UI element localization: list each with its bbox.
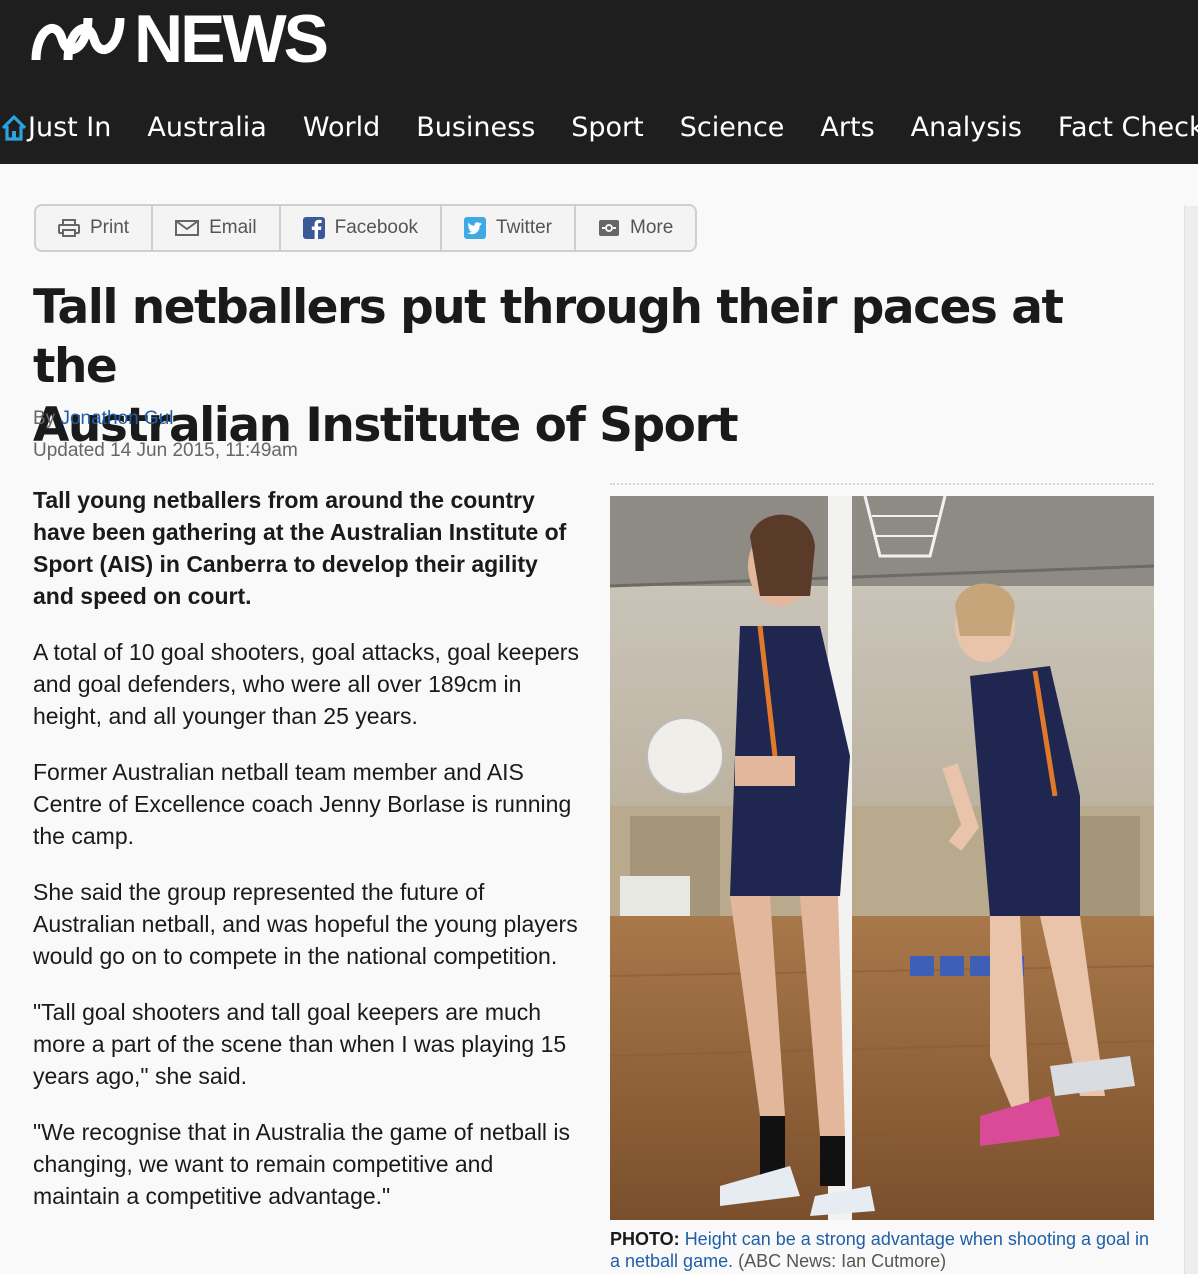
nav-item-business[interactable]: Business [416,92,535,164]
logo-text: NEWS [134,1,329,77]
byline-prefix: By [33,408,56,429]
email-label: Email [209,217,257,238]
twitter-icon [464,217,487,239]
photo-credit: (ABC News: Ian Cutmore) [738,1251,947,1271]
article-headline: Tall netballers put through their paces … [33,278,1133,455]
nav-item-world[interactable]: World [303,92,380,164]
twitter-button[interactable]: Twitter [442,206,576,250]
nav-item-just-in[interactable]: Just In [28,92,111,164]
abc-logo-icon [30,14,126,64]
share-toolbar: Print Email Facebook Twitter More [34,204,698,252]
printer-icon [58,219,80,237]
byline: By Jonathon Gul [33,408,174,430]
nav-item-australia[interactable]: Australia [147,92,266,164]
photo-caption: PHOTO: Height can be a strong advantage … [610,1228,1154,1272]
headline-line-1: Tall netballers put through their paces … [33,280,1064,394]
email-button[interactable]: Email [153,206,281,250]
nav-item-fact-check[interactable]: Fact Check [1058,92,1198,164]
print-label: Print [90,217,130,238]
main-nav: Just In Australia World Business Sport S… [0,92,1198,164]
twitter-label: Twitter [496,217,552,238]
print-button[interactable]: Print [36,206,154,250]
article-paragraph: Former Australian netball team member an… [33,759,572,849]
facebook-label: Facebook [334,217,419,238]
updated-timestamp: Updated 14 Jun 2015, 11:49am [33,440,298,461]
more-button[interactable]: More [576,206,695,250]
envelope-icon [175,220,200,236]
home-icon[interactable] [0,92,28,164]
photo-label: PHOTO: [610,1229,680,1249]
article-photo[interactable] [610,496,1154,1220]
article-paragraph: She said the group represented the futur… [33,879,578,969]
article-paragraph: "Tall goal shooters and tall goal keeper… [33,999,567,1089]
nav-item-analysis[interactable]: Analysis [911,92,1022,164]
nav-item-science[interactable]: Science [680,92,785,164]
article-lede: Tall young netballers from around the co… [33,487,567,609]
more-label: More [630,217,674,238]
article-body: Tall young netballers from around the co… [33,484,583,1236]
right-column-edge [1184,206,1198,1274]
abc-news-logo[interactable]: NEWS [30,1,329,77]
divider [610,483,1154,485]
share-more-icon [598,219,620,237]
nav-item-arts[interactable]: Arts [820,92,874,164]
site-header: NEWS Just In Australia World Business Sp… [0,0,1198,164]
article-paragraph: "We recognise that in Australia the game… [33,1119,571,1209]
facebook-icon [302,217,325,239]
article-paragraph: A total of 10 goal shooters, goal attack… [33,639,579,729]
author-link[interactable]: Jonathon Gul [60,408,173,429]
facebook-button[interactable]: Facebook [281,206,443,250]
nav-item-sport[interactable]: Sport [571,92,643,164]
